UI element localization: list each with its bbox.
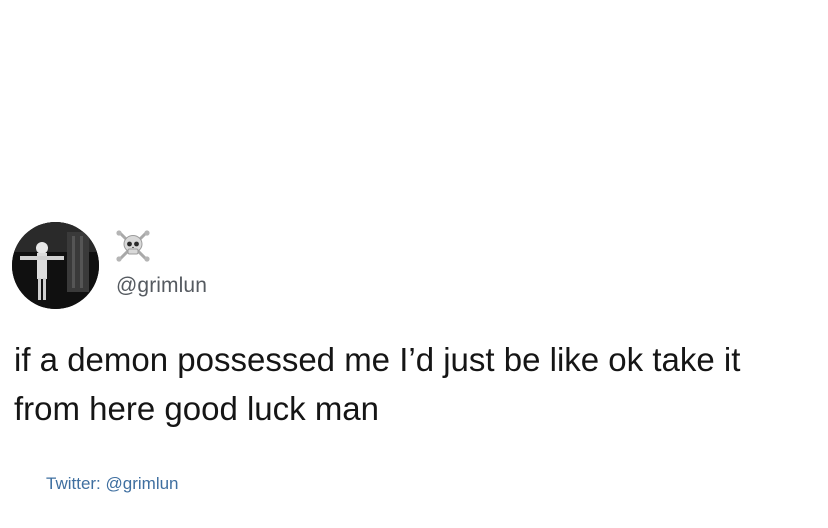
source-attribution[interactable]: Twitter: @grimlun [46,474,179,494]
tweet-text: if a demon possessed me I’d just be like… [14,341,741,427]
tweet-card: @grimlun if a demon possessed me I’d jus… [0,0,828,528]
avatar-image [12,222,99,309]
avatar[interactable] [12,222,99,309]
skull-and-crossbones-icon [114,227,152,265]
user-handle[interactable]: @grimlun [116,274,207,298]
